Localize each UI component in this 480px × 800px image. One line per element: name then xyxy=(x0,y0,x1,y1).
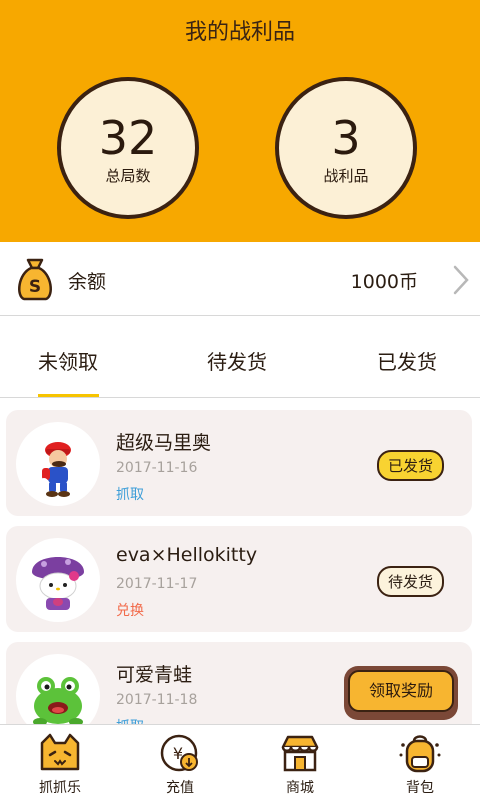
nav-item-claw-game[interactable]: 抓抓乐 xyxy=(0,725,120,800)
trophies-label: 战利品 xyxy=(323,167,369,185)
claim-reward-label: 领取奖励 xyxy=(348,670,454,712)
list-item[interactable]: eva×Hellokitty 2017-11-17 兑换 待发货 xyxy=(6,526,472,632)
shop-icon xyxy=(281,735,319,772)
claim-reward-button[interactable]: 领取奖励 xyxy=(344,666,458,720)
money-bag-icon: S xyxy=(18,258,52,301)
item-name: 可爱青蛙 xyxy=(116,664,193,686)
balance-value: 1000币 xyxy=(350,271,418,293)
item-name: 超级马里奥 xyxy=(116,432,212,454)
status-badge: 已发货 xyxy=(376,450,444,481)
nav-label: 充值 xyxy=(166,780,194,796)
hellokitty-figure-image xyxy=(16,538,100,622)
list-item[interactable]: 超级马里奥 2017-11-16 抓取 已发货 xyxy=(6,410,472,516)
nav-item-shop[interactable]: 商城 xyxy=(240,725,360,800)
balance-label: 余额 xyxy=(68,271,107,293)
cat-icon xyxy=(40,733,80,771)
page-title: 我的战利品 xyxy=(184,20,295,45)
tab-shipped[interactable]: 已发货 xyxy=(377,346,437,375)
total-games-label: 总局数 xyxy=(105,167,151,185)
nav-item-backpack[interactable]: 背包 xyxy=(360,725,480,800)
nav-label: 抓抓乐 xyxy=(39,780,81,796)
chevron-right-icon[interactable] xyxy=(452,264,470,296)
status-badge: 待发货 xyxy=(376,566,444,597)
item-type: 兑换 xyxy=(116,603,144,619)
svg-text:S: S xyxy=(29,277,41,297)
mario-figure-image xyxy=(16,422,100,506)
trophies-value: 3 xyxy=(331,111,361,165)
tab-pending-shipment[interactable]: 待发货 xyxy=(207,346,267,375)
bottom-nav: 抓抓乐 ¥ 充值 商城 背包 xyxy=(0,724,480,800)
frog-figure-image xyxy=(16,654,100,724)
item-type: 抓取 xyxy=(116,487,144,503)
item-date: 2017-11-17 xyxy=(116,576,198,592)
recharge-icon: ¥ xyxy=(160,734,198,772)
item-name: eva×Hellokitty xyxy=(116,544,258,566)
balance-row[interactable]: S 余额 1000币 xyxy=(0,242,480,316)
item-type: 抓取 xyxy=(116,716,144,724)
total-games-stat: 32 总局数 xyxy=(57,77,199,219)
active-tab-indicator xyxy=(38,394,99,397)
tab-unclaimed[interactable]: 未领取 xyxy=(38,346,98,375)
total-games-value: 32 xyxy=(98,111,158,165)
nav-label: 商城 xyxy=(286,780,314,796)
header: 我的战利品 32 总局数 3 战利品 xyxy=(0,0,480,242)
nav-item-recharge[interactable]: ¥ 充值 xyxy=(120,725,240,800)
nav-label: 背包 xyxy=(406,780,434,796)
item-date: 2017-11-16 xyxy=(116,460,198,476)
trophies-stat: 3 战利品 xyxy=(275,77,417,219)
status-tabs: 未领取 待发货 已发货 xyxy=(0,322,480,398)
backpack-icon xyxy=(399,735,441,773)
item-date: 2017-11-18 xyxy=(116,692,198,708)
